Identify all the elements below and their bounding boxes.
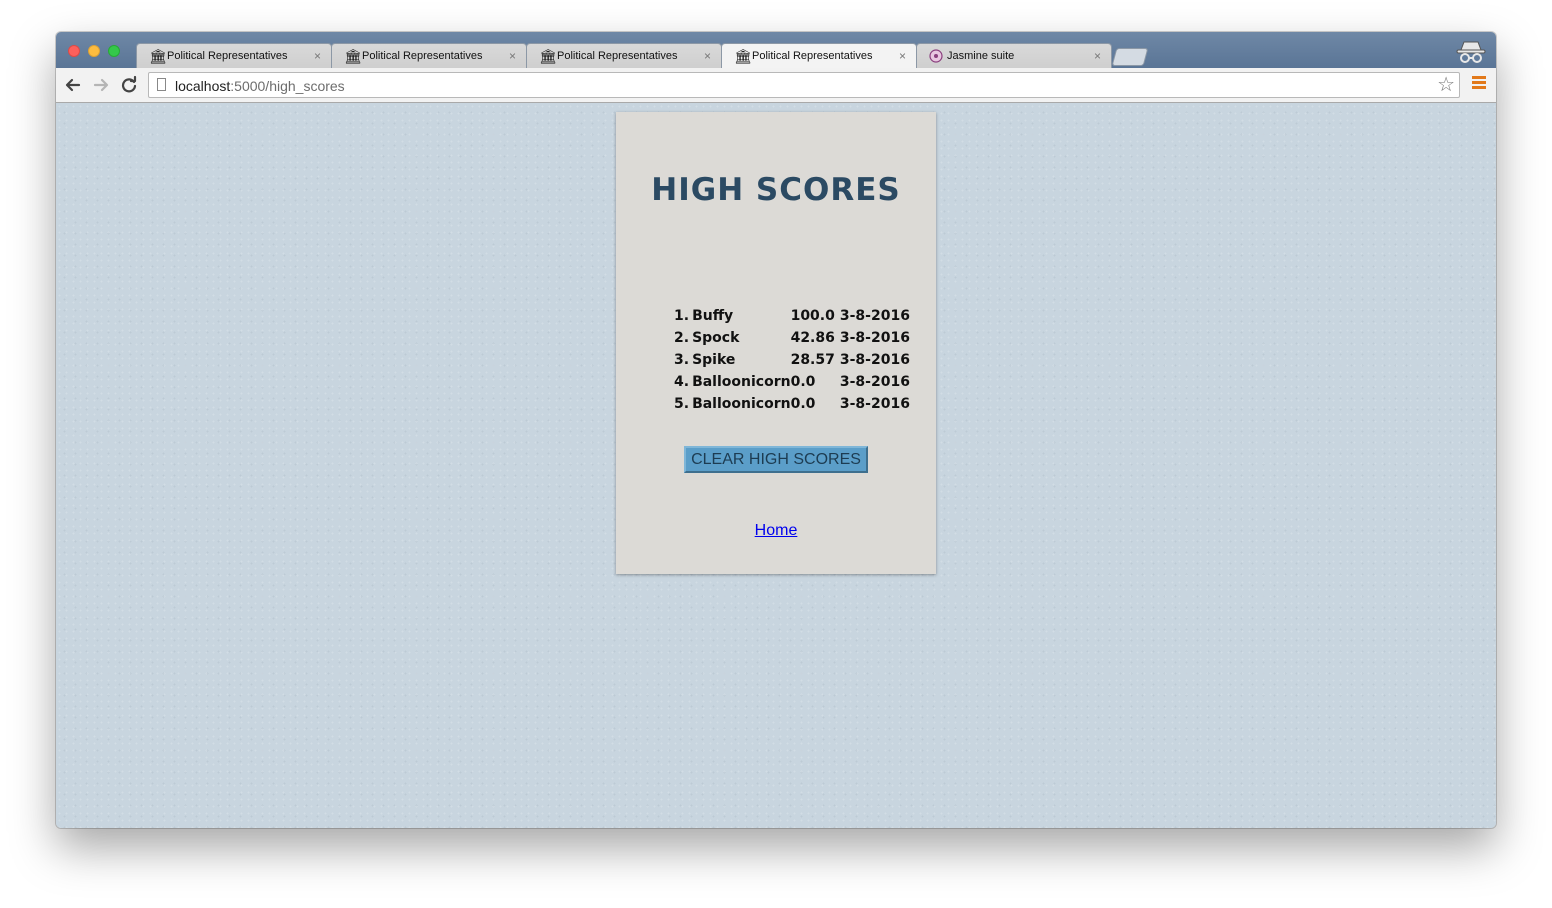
new-tab-button[interactable] (1111, 48, 1149, 66)
institution-icon: 🏛 (149, 48, 167, 64)
score-rank: 1. (674, 308, 690, 324)
score-value: 42.86 (790, 330, 835, 346)
back-arrow-icon[interactable] (62, 74, 84, 96)
score-rank: 2. (674, 330, 690, 346)
zoom-window-button[interactable] (108, 45, 120, 57)
page-viewport: HIGH SCORES 1. Buffy 100.0 3-8-2016 2. S… (56, 103, 1496, 828)
page-icon (157, 78, 166, 91)
browser-window: 🏛 Political Representatives × 🏛 Politica… (56, 32, 1496, 828)
tab-title: Political Representatives (557, 50, 678, 62)
tab-political-representatives-active[interactable]: 🏛 Political Representatives × (721, 43, 917, 68)
url-text[interactable]: localhost:5000/high_scores (175, 78, 345, 94)
score-name: Balloonicorn (692, 396, 791, 412)
score-name: Spike (692, 352, 736, 368)
institution-icon: 🏛 (344, 48, 362, 64)
tab-close-icon[interactable]: × (509, 49, 516, 63)
table-row: 1. Buffy 100.0 3-8-2016 (674, 305, 910, 327)
tab-close-icon[interactable]: × (899, 49, 906, 63)
score-rank: 5. (674, 396, 690, 412)
bookmark-star-icon[interactable]: ☆ (1437, 74, 1455, 96)
browser-menu-icon[interactable] (1472, 76, 1486, 92)
close-window-button[interactable] (68, 45, 80, 57)
score-value: 0.0 (790, 396, 816, 412)
tab-close-icon[interactable]: × (314, 49, 321, 63)
tab-close-icon[interactable]: × (704, 49, 711, 63)
table-row: 5. Balloonicorn 0.0 3-8-2016 (674, 393, 910, 415)
minimize-window-button[interactable] (88, 45, 100, 57)
tab-strip: 🏛 Political Representatives × 🏛 Politica… (56, 32, 1496, 68)
tab-title: Jasmine suite (947, 50, 1015, 62)
clear-high-scores-button[interactable]: CLEAR HIGH SCORES (684, 446, 868, 473)
tab-political-representatives-2[interactable]: 🏛 Political Representatives × (331, 43, 527, 68)
tab-political-representatives-1[interactable]: 🏛 Political Representatives × (136, 43, 332, 68)
tab-title: Political Representatives (362, 50, 483, 62)
forward-arrow-icon[interactable] (90, 74, 112, 96)
table-row: 3. Spike 28.57 3-8-2016 (674, 349, 910, 371)
incognito-icon (1454, 38, 1488, 66)
tab-title: Political Representatives (167, 50, 288, 62)
institution-icon: 🏛 (734, 48, 752, 64)
high-scores-card: HIGH SCORES 1. Buffy 100.0 3-8-2016 2. S… (616, 112, 936, 574)
jasmine-icon (929, 49, 945, 63)
score-name: Buffy (692, 308, 734, 324)
reload-icon[interactable] (118, 74, 140, 96)
score-date: 3-8-2016 (839, 330, 910, 346)
url-host: localhost (175, 78, 231, 94)
score-date: 3-8-2016 (839, 352, 910, 368)
score-date: 3-8-2016 (839, 396, 910, 412)
score-value: 0.0 (790, 374, 816, 390)
table-row: 2. Spock 42.86 3-8-2016 (674, 327, 910, 349)
home-link[interactable]: Home (616, 522, 936, 540)
institution-icon: 🏛 (539, 48, 557, 64)
score-date: 3-8-2016 (839, 308, 910, 324)
tab-political-representatives-3[interactable]: 🏛 Political Representatives × (526, 43, 722, 68)
score-date: 3-8-2016 (839, 374, 910, 390)
score-rank: 4. (674, 374, 690, 390)
browser-toolbar: localhost:5000/high_scores ☆ (56, 68, 1496, 103)
tab-title: Political Representatives (752, 50, 873, 62)
table-row: 4. Balloonicorn 0.0 3-8-2016 (674, 371, 910, 393)
score-value: 28.57 (790, 352, 835, 368)
tab-jasmine-suite[interactable]: Jasmine suite × (916, 43, 1112, 68)
page-title: HIGH SCORES (651, 172, 901, 208)
score-name: Spock (692, 330, 740, 346)
url-path: :5000/high_scores (230, 78, 345, 94)
score-rank: 3. (674, 352, 690, 368)
score-value: 100.0 (790, 308, 835, 324)
tab-close-icon[interactable]: × (1094, 49, 1101, 63)
score-name: Balloonicorn (692, 374, 791, 390)
address-bar[interactable]: localhost:5000/high_scores ☆ (148, 72, 1460, 98)
high-scores-table: 1. Buffy 100.0 3-8-2016 2. Spock 42.86 3… (674, 305, 910, 415)
